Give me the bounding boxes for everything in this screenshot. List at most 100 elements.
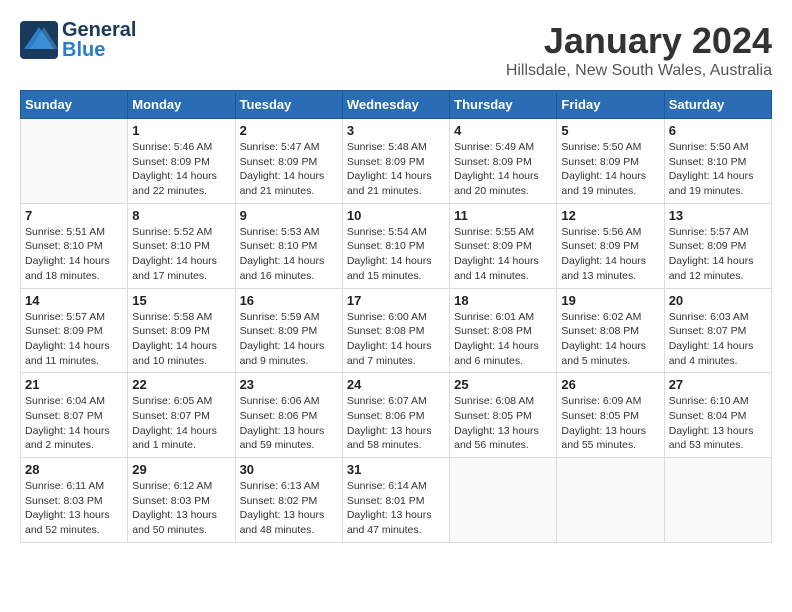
day-number: 29 — [132, 462, 230, 477]
day-info: Sunrise: 6:07 AM Sunset: 8:06 PM Dayligh… — [347, 394, 445, 453]
calendar-cell: 18 Sunrise: 6:01 AM Sunset: 8:08 PM Dayli… — [450, 288, 557, 373]
day-info: Sunrise: 5:56 AM Sunset: 8:09 PM Dayligh… — [561, 225, 659, 284]
day-number: 3 — [347, 123, 445, 138]
day-info: Sunrise: 5:57 AM Sunset: 8:09 PM Dayligh… — [25, 310, 123, 369]
calendar-cell: 29Sunrise: 6:12 AM Sunset: 8:03 PM Dayli… — [128, 458, 235, 543]
day-number: 16 — [240, 293, 338, 308]
day-number: 1 — [132, 123, 230, 138]
day-info: Sunrise: 5:51 AM Sunset: 8:10 PM Dayligh… — [25, 225, 123, 284]
day-number: 14 — [25, 293, 123, 308]
calendar-week-5: 28Sunrise: 6:11 AM Sunset: 8:03 PM Dayli… — [21, 458, 772, 543]
day-number: 31 — [347, 462, 445, 477]
day-number: 2 — [240, 123, 338, 138]
logo: General Blue — [20, 20, 136, 60]
day-info: Sunrise: 6:05 AM Sunset: 8:07 PM Dayligh… — [132, 394, 230, 453]
day-info: Sunrise: 6:09 AM Sunset: 8:05 PM Dayligh… — [561, 394, 659, 453]
logo-general-text: General — [62, 20, 136, 40]
header-sunday: Sunday — [21, 91, 128, 119]
day-info: Sunrise: 5:55 AM Sunset: 8:09 PM Dayligh… — [454, 225, 552, 284]
day-number: 7 — [25, 208, 123, 223]
day-info: Sunrise: 6:03 AM Sunset: 8:07 PM Dayligh… — [669, 310, 767, 369]
calendar-cell: 26 Sunrise: 6:09 AM Sunset: 8:05 PM Dayli… — [557, 373, 664, 458]
day-info: Sunrise: 5:57 AM Sunset: 8:09 PM Dayligh… — [669, 225, 767, 284]
calendar-cell: 11 Sunrise: 5:55 AM Sunset: 8:09 PM Dayli… — [450, 203, 557, 288]
calendar-cell: 7 Sunrise: 5:51 AM Sunset: 8:10 PM Daylig… — [21, 203, 128, 288]
calendar-cell: 16 Sunrise: 5:59 AM Sunset: 8:09 PM Dayli… — [235, 288, 342, 373]
header-friday: Friday — [557, 91, 664, 119]
day-number: 5 — [561, 123, 659, 138]
day-number: 26 — [561, 377, 659, 392]
day-number: 18 — [454, 293, 552, 308]
day-info: Sunrise: 6:13 AM Sunset: 8:02 PM Dayligh… — [240, 479, 338, 538]
calendar-cell — [450, 458, 557, 543]
day-number: 6 — [669, 123, 767, 138]
calendar-cell: 15Sunrise: 5:58 AM Sunset: 8:09 PM Dayli… — [128, 288, 235, 373]
day-info: Sunrise: 5:59 AM Sunset: 8:09 PM Dayligh… — [240, 310, 338, 369]
day-info: Sunrise: 6:01 AM Sunset: 8:08 PM Dayligh… — [454, 310, 552, 369]
day-number: 22 — [132, 377, 230, 392]
calendar-cell: 30 Sunrise: 6:13 AM Sunset: 8:02 PM Dayli… — [235, 458, 342, 543]
day-number: 24 — [347, 377, 445, 392]
calendar-cell: 4 Sunrise: 5:49 AM Sunset: 8:09 PM Daylig… — [450, 119, 557, 204]
header-thursday: Thursday — [450, 91, 557, 119]
calendar-cell: 24 Sunrise: 6:07 AM Sunset: 8:06 PM Dayli… — [342, 373, 449, 458]
day-info: Sunrise: 5:46 AM Sunset: 8:09 PM Dayligh… — [132, 140, 230, 199]
header-tuesday: Tuesday — [235, 91, 342, 119]
day-number: 23 — [240, 377, 338, 392]
calendar-cell: 25 Sunrise: 6:08 AM Sunset: 8:05 PM Dayli… — [450, 373, 557, 458]
calendar-cell: 28Sunrise: 6:11 AM Sunset: 8:03 PM Dayli… — [21, 458, 128, 543]
day-number: 30 — [240, 462, 338, 477]
day-number: 15 — [132, 293, 230, 308]
logo-icon — [20, 21, 58, 59]
day-number: 9 — [240, 208, 338, 223]
day-info: Sunrise: 5:50 AM Sunset: 8:10 PM Dayligh… — [669, 140, 767, 199]
day-info: Sunrise: 6:02 AM Sunset: 8:08 PM Dayligh… — [561, 310, 659, 369]
calendar-cell: 10 Sunrise: 5:54 AM Sunset: 8:10 PM Dayli… — [342, 203, 449, 288]
calendar-cell: 22 Sunrise: 6:05 AM Sunset: 8:07 PM Dayli… — [128, 373, 235, 458]
calendar-cell — [557, 458, 664, 543]
page-header: General Blue January 2024 Hillsdale, New… — [20, 20, 772, 80]
day-info: Sunrise: 6:08 AM Sunset: 8:05 PM Dayligh… — [454, 394, 552, 453]
day-number: 11 — [454, 208, 552, 223]
title-block: January 2024 Hillsdale, New South Wales,… — [506, 20, 772, 80]
calendar-table: Sunday Monday Tuesday Wednesday Thursday… — [20, 90, 772, 543]
day-info: Sunrise: 6:06 AM Sunset: 8:06 PM Dayligh… — [240, 394, 338, 453]
day-info: Sunrise: 6:00 AM Sunset: 8:08 PM Dayligh… — [347, 310, 445, 369]
location-title: Hillsdale, New South Wales, Australia — [506, 62, 772, 80]
calendar-cell: 14 Sunrise: 5:57 AM Sunset: 8:09 PM Dayli… — [21, 288, 128, 373]
calendar-cell: 12 Sunrise: 5:56 AM Sunset: 8:09 PM Dayli… — [557, 203, 664, 288]
calendar-cell: 2Sunrise: 5:47 AM Sunset: 8:09 PM Daylig… — [235, 119, 342, 204]
calendar-cell: 8Sunrise: 5:52 AM Sunset: 8:10 PM Daylig… — [128, 203, 235, 288]
calendar-week-1: 1 Sunrise: 5:46 AM Sunset: 8:09 PM Daylig… — [21, 119, 772, 204]
day-number: 25 — [454, 377, 552, 392]
header-wednesday: Wednesday — [342, 91, 449, 119]
calendar-cell: 5Sunrise: 5:50 AM Sunset: 8:09 PM Daylig… — [557, 119, 664, 204]
day-info: Sunrise: 5:54 AM Sunset: 8:10 PM Dayligh… — [347, 225, 445, 284]
calendar-week-4: 21Sunrise: 6:04 AM Sunset: 8:07 PM Dayli… — [21, 373, 772, 458]
day-info: Sunrise: 6:14 AM Sunset: 8:01 PM Dayligh… — [347, 479, 445, 538]
header-saturday: Saturday — [664, 91, 771, 119]
day-number: 27 — [669, 377, 767, 392]
day-number: 12 — [561, 208, 659, 223]
calendar-cell: 3 Sunrise: 5:48 AM Sunset: 8:09 PM Daylig… — [342, 119, 449, 204]
day-number: 20 — [669, 293, 767, 308]
calendar-body: 1 Sunrise: 5:46 AM Sunset: 8:09 PM Daylig… — [21, 119, 772, 543]
day-info: Sunrise: 5:48 AM Sunset: 8:09 PM Dayligh… — [347, 140, 445, 199]
day-number: 4 — [454, 123, 552, 138]
calendar-cell: 1 Sunrise: 5:46 AM Sunset: 8:09 PM Daylig… — [128, 119, 235, 204]
day-number: 8 — [132, 208, 230, 223]
day-info: Sunrise: 5:53 AM Sunset: 8:10 PM Dayligh… — [240, 225, 338, 284]
calendar-cell: 6 Sunrise: 5:50 AM Sunset: 8:10 PM Daylig… — [664, 119, 771, 204]
days-header-row: Sunday Monday Tuesday Wednesday Thursday… — [21, 91, 772, 119]
logo-blue-text: Blue — [62, 40, 136, 60]
calendar-cell: 27Sunrise: 6:10 AM Sunset: 8:04 PM Dayli… — [664, 373, 771, 458]
day-number: 10 — [347, 208, 445, 223]
day-number: 19 — [561, 293, 659, 308]
calendar-cell: 13Sunrise: 5:57 AM Sunset: 8:09 PM Dayli… — [664, 203, 771, 288]
calendar-cell: 23 Sunrise: 6:06 AM Sunset: 8:06 PM Dayli… — [235, 373, 342, 458]
day-info: Sunrise: 5:49 AM Sunset: 8:09 PM Dayligh… — [454, 140, 552, 199]
calendar-cell: 17Sunrise: 6:00 AM Sunset: 8:08 PM Dayli… — [342, 288, 449, 373]
month-title: January 2024 — [506, 20, 772, 62]
day-info: Sunrise: 6:04 AM Sunset: 8:07 PM Dayligh… — [25, 394, 123, 453]
calendar-week-3: 14 Sunrise: 5:57 AM Sunset: 8:09 PM Dayli… — [21, 288, 772, 373]
